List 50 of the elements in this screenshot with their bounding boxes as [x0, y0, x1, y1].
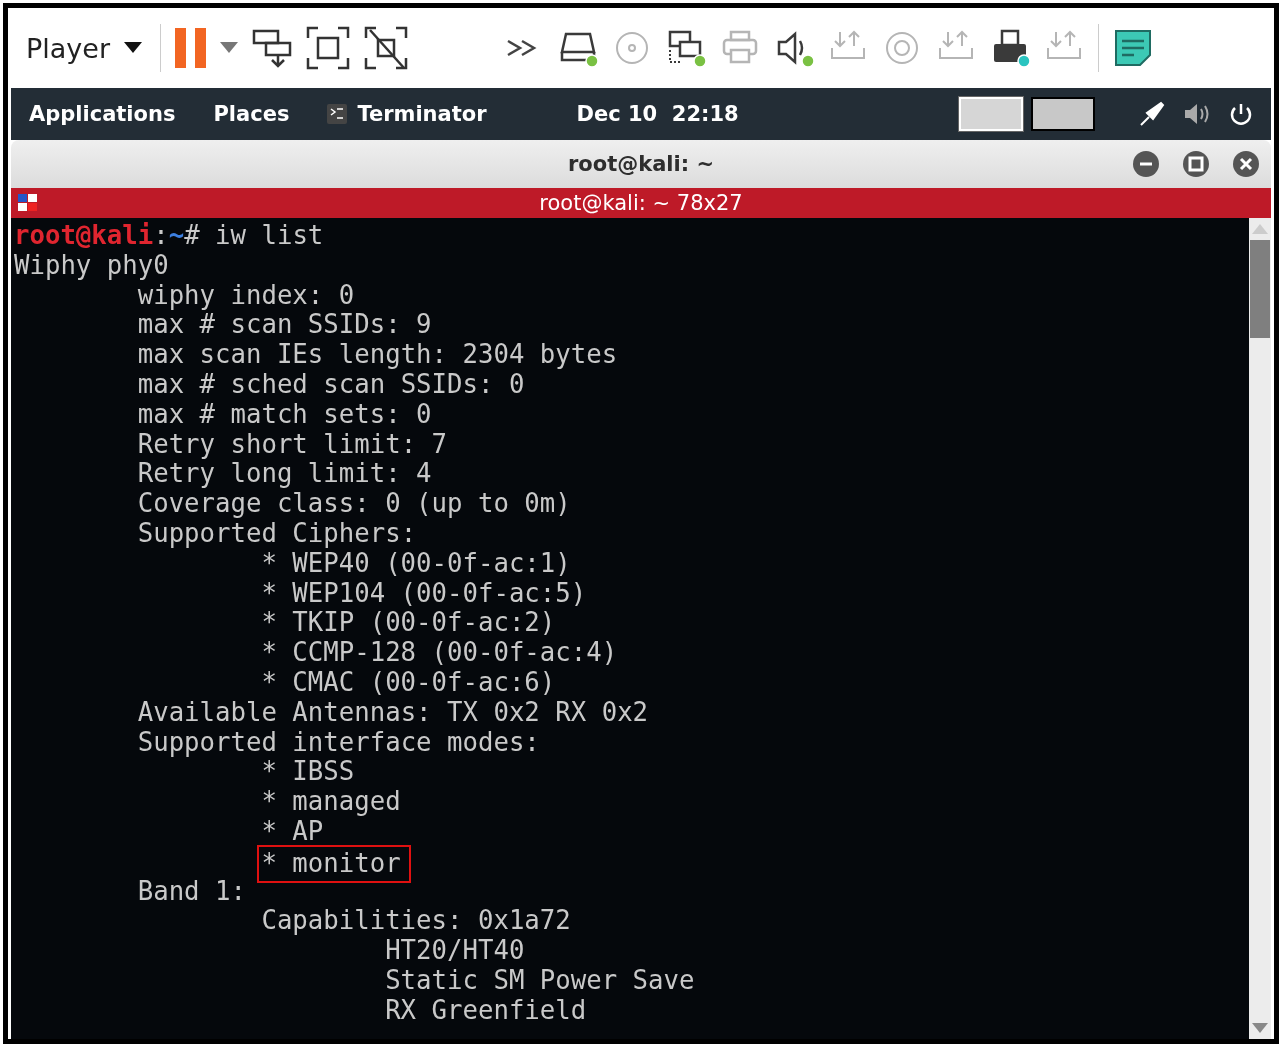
output-line: * monitor — [259, 846, 409, 881]
display-arrow-icon[interactable] — [252, 28, 293, 68]
output-line: * CMAC (00-0f-ac:6) — [261, 667, 556, 698]
output-line: * WEP104 (00-0f-ac:5) — [261, 578, 587, 609]
output-line: * managed — [261, 787, 401, 817]
power-icon[interactable] — [1229, 102, 1253, 126]
output-line: Available Antennas: TX 0x2 RX 0x2 — [137, 697, 649, 728]
fullscreen-icon[interactable] — [306, 26, 351, 70]
network-icon[interactable] — [666, 28, 707, 68]
output-line: * TKIP (00-0f-ac:2) — [261, 608, 556, 639]
output-line: Supported Ciphers: — [137, 518, 417, 549]
output-line: * CCMP-128 (00-0f-ac:4) — [261, 638, 618, 668]
window-title: root@kali: ~ — [567, 152, 715, 176]
output-line: max # match sets: 0 — [137, 399, 432, 430]
output-line: Capabilities: 0x1a72 — [261, 906, 571, 937]
clock[interactable]: Dec 10 22:18 — [576, 102, 739, 126]
output-line: Wiphy phy0 — [14, 250, 169, 281]
output-line: * WEP40 (00-0f-ac:1) — [261, 548, 571, 579]
output-line: Band 1: — [137, 876, 246, 907]
caret-icon[interactable] — [124, 42, 143, 54]
workspace-thumbnail[interactable] — [1031, 97, 1095, 131]
down-arrow-icon[interactable] — [1252, 1023, 1268, 1033]
output-line: * AP — [261, 816, 324, 847]
menu-item[interactable]: Places — [213, 102, 290, 126]
note-icon[interactable] — [1113, 28, 1154, 68]
scroll-thumb[interactable] — [1250, 240, 1270, 338]
output-line: HT20/HT40 — [385, 936, 525, 966]
output-line: max # sched scan SSIDs: 0 — [137, 370, 525, 400]
output-line: max # scan SSIDs: 9 — [137, 310, 432, 341]
scrollbar[interactable] — [1249, 218, 1271, 1039]
volume-icon[interactable] — [1183, 102, 1211, 126]
grid-icon[interactable] — [17, 193, 39, 213]
output-line: wiphy index: 0 — [137, 280, 355, 311]
crossed-window-icon[interactable] — [364, 26, 409, 70]
command-line: root@kali:~# iw list — [14, 221, 324, 251]
terminal-icon — [327, 104, 348, 124]
output-line: RX Greenfield — [385, 995, 587, 1026]
output-line: * IBSS — [261, 757, 355, 788]
output-line: Supported interface modes: — [137, 727, 540, 758]
output-line: Retry short limit: 7 — [137, 429, 448, 460]
output-line: max scan IEs length: 2304 bytes — [137, 340, 618, 370]
pen-icon[interactable] — [1139, 101, 1165, 127]
app-name[interactable]: Terminator — [357, 102, 487, 126]
terminal-title: root@kali: ~ 78x27 — [539, 191, 743, 215]
player-menu[interactable]: Player — [22, 32, 147, 64]
menu-item[interactable]: Applications — [29, 102, 176, 126]
output-line: Static SM Power Save — [385, 965, 695, 996]
output-line: Coverage class: 0 (up to 0m) — [137, 489, 571, 519]
output-line: Retry long limit: 4 — [137, 459, 432, 490]
pause-icon[interactable] — [175, 28, 207, 68]
